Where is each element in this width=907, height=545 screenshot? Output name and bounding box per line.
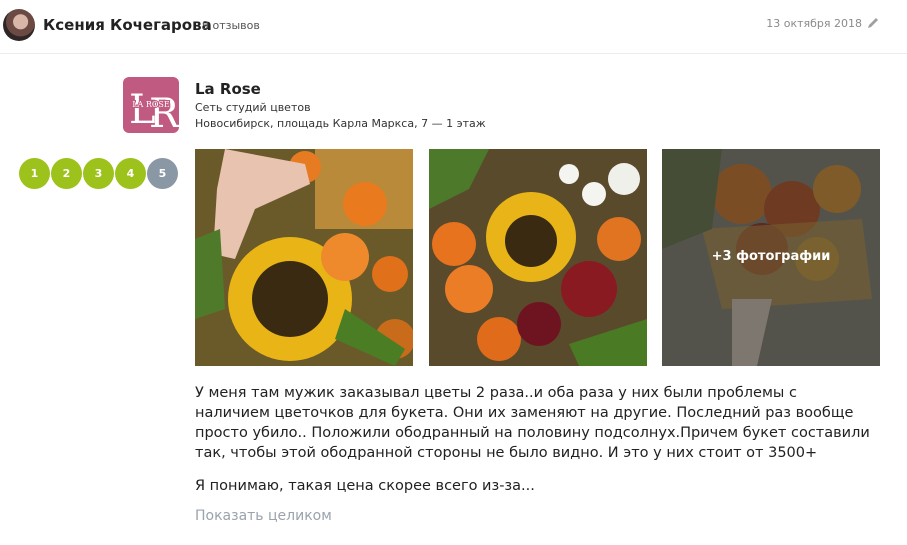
review-photo-1[interactable] [195,149,413,366]
review-header: Ксения Кочегарова 9 отзывов 13 октября 2… [0,0,907,54]
reviews-count[interactable]: 9 отзывов [202,19,260,32]
show-full-link[interactable]: Показать целиком [195,508,332,524]
business-name[interactable]: La Rose [195,80,261,98]
pencil-icon[interactable] [866,15,880,29]
review-photo-3[interactable]: +3 фотографии [662,149,880,366]
review-date: 13 октября 2018 [766,17,862,30]
rating-star-5: 5 [147,158,178,189]
author-name[interactable]: Ксения Кочегарова [43,16,212,34]
business-type: Сеть студий цветов [195,101,311,114]
review-text-continued: Я понимаю, такая цена скорее всего из-за… [195,478,535,494]
logo-letter-r: R [149,91,179,133]
user-avatar[interactable] [3,9,35,41]
more-photos-label[interactable]: +3 фотографии [662,249,880,264]
review-photo-2[interactable] [429,149,647,366]
rating-star-4: 4 [115,158,146,189]
rating-star-3: 3 [83,158,114,189]
review-text: У меня там мужик заказывал цветы 2 раза.… [195,385,870,461]
business-logo[interactable]: L R LA ROSE [123,77,179,133]
rating-star-1: 1 [19,158,50,189]
rating-star-2: 2 [51,158,82,189]
business-address: Новосибирск, площадь Карла Маркса, 7 — 1… [195,117,486,130]
logo-text: LA ROSE [132,100,170,109]
